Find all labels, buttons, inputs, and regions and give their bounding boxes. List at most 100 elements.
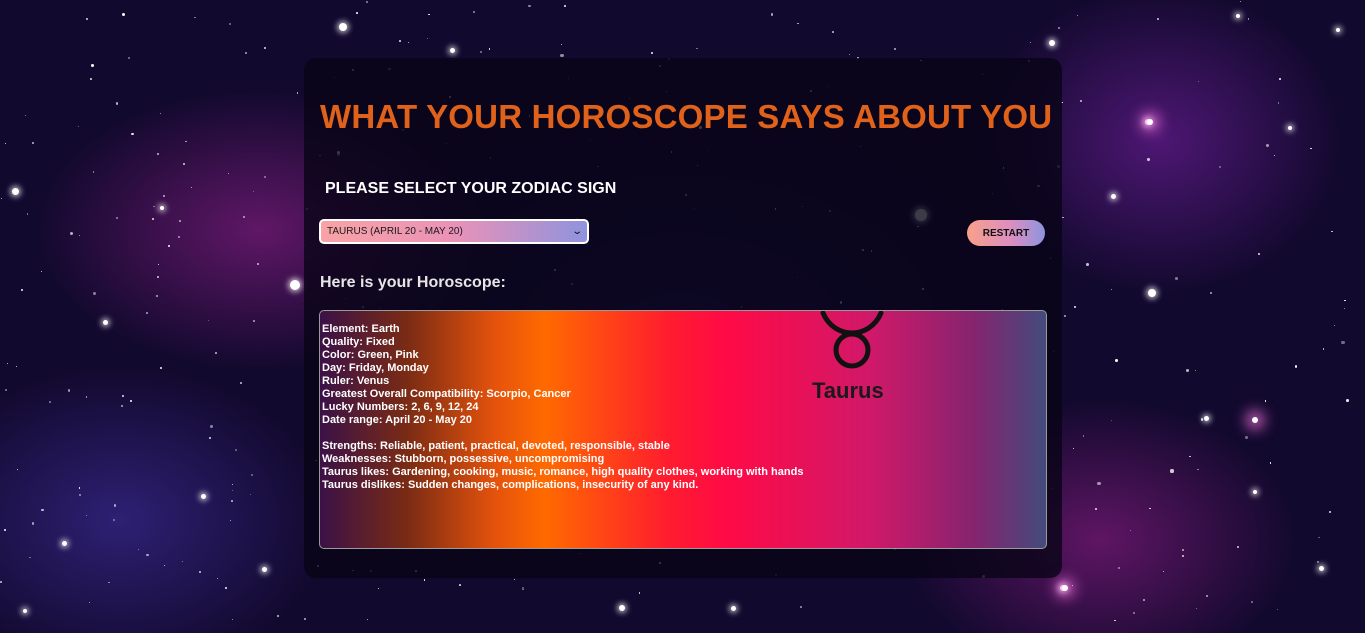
star	[894, 48, 897, 51]
star	[1079, 99, 1082, 103]
star	[1149, 507, 1151, 509]
star	[1322, 348, 1324, 350]
star	[227, 173, 229, 175]
detail-date-range: Date range: April 20 - May 20	[322, 414, 472, 426]
star	[181, 560, 184, 563]
star	[183, 162, 186, 165]
star	[231, 489, 234, 491]
page-title: WHAT YOUR HOROSCOPE SAYS ABOUT YOU	[320, 98, 1053, 135]
star	[800, 605, 802, 608]
star	[1250, 601, 1253, 604]
star	[1114, 619, 1116, 622]
star	[232, 483, 234, 485]
star	[1344, 300, 1346, 302]
star	[1182, 555, 1184, 558]
star	[426, 37, 428, 40]
zodiac-select-label: PLEASE SELECT YOUR ZODIAC SIGN	[325, 180, 617, 197]
star	[1236, 14, 1240, 18]
zodiac-sign-select[interactable]: TAURUS (APRIL 20 - MAY 20) ⌄	[319, 219, 589, 244]
star	[216, 577, 219, 580]
star	[193, 16, 196, 19]
star	[1341, 340, 1345, 344]
star	[1318, 565, 1324, 571]
star	[0, 197, 2, 199]
star	[1200, 418, 1204, 421]
star	[1239, 0, 1242, 2]
star	[239, 381, 242, 385]
star	[561, 43, 563, 46]
star	[449, 47, 455, 53]
star	[122, 13, 126, 17]
star	[1064, 315, 1066, 318]
star	[848, 54, 850, 56]
star	[1129, 529, 1132, 532]
trait-likes: Taurus likes: Gardening, cooking, music,…	[322, 466, 804, 478]
star	[366, 1, 368, 3]
star	[11, 187, 19, 195]
star	[113, 504, 116, 507]
star	[1277, 102, 1279, 104]
star	[79, 234, 81, 237]
detail-element: Element: Earth	[322, 323, 400, 335]
star	[1082, 434, 1085, 437]
star	[1076, 15, 1078, 17]
star	[85, 18, 88, 21]
restart-button[interactable]: RESTART	[967, 220, 1045, 246]
star	[303, 618, 306, 621]
star	[1195, 370, 1197, 372]
star	[399, 40, 401, 42]
star	[120, 404, 123, 407]
star	[160, 206, 164, 210]
star	[1162, 570, 1164, 572]
star	[1197, 468, 1199, 471]
star	[158, 264, 160, 266]
star	[168, 245, 171, 247]
star	[1277, 609, 1279, 611]
chevron-down-icon: ⌄	[570, 226, 583, 237]
detail-quality: Quality: Fixed	[322, 336, 395, 348]
star	[21, 288, 24, 291]
star	[1174, 277, 1178, 280]
star	[90, 78, 92, 81]
star	[423, 579, 425, 581]
star	[563, 5, 566, 7]
star	[1196, 608, 1198, 610]
star	[6, 362, 8, 364]
star	[1209, 292, 1212, 294]
star	[1148, 289, 1156, 297]
star	[184, 140, 187, 143]
star	[179, 219, 182, 222]
star	[249, 494, 251, 496]
trait-strengths: Strengths: Reliable, patient, practical,…	[322, 440, 670, 452]
star	[178, 236, 180, 238]
star	[26, 213, 28, 215]
star	[102, 319, 108, 325]
star	[145, 311, 148, 314]
detail-compatibility: Greatest Overall Compatibility: Scorpio,…	[322, 388, 571, 400]
star	[1265, 143, 1269, 147]
star	[1114, 359, 1118, 362]
star	[1203, 415, 1209, 421]
star	[619, 605, 625, 611]
star	[41, 508, 44, 512]
horoscope-text: Element: Earth Quality: Fixed Color: Gre…	[322, 323, 803, 492]
star	[157, 153, 159, 155]
star	[1279, 77, 1281, 80]
star	[49, 401, 52, 404]
star	[1182, 549, 1185, 551]
star	[130, 399, 133, 402]
star	[695, 47, 698, 50]
star	[1189, 455, 1191, 457]
horoscope-result-heading: Here is your Horoscope:	[320, 274, 506, 291]
star	[1157, 18, 1160, 21]
star	[1147, 158, 1151, 162]
star	[1170, 469, 1174, 473]
star	[770, 12, 774, 16]
star	[146, 554, 149, 557]
star	[1236, 546, 1239, 548]
star	[1273, 155, 1275, 157]
star	[1253, 490, 1257, 494]
star	[1071, 585, 1073, 587]
star	[231, 499, 234, 502]
